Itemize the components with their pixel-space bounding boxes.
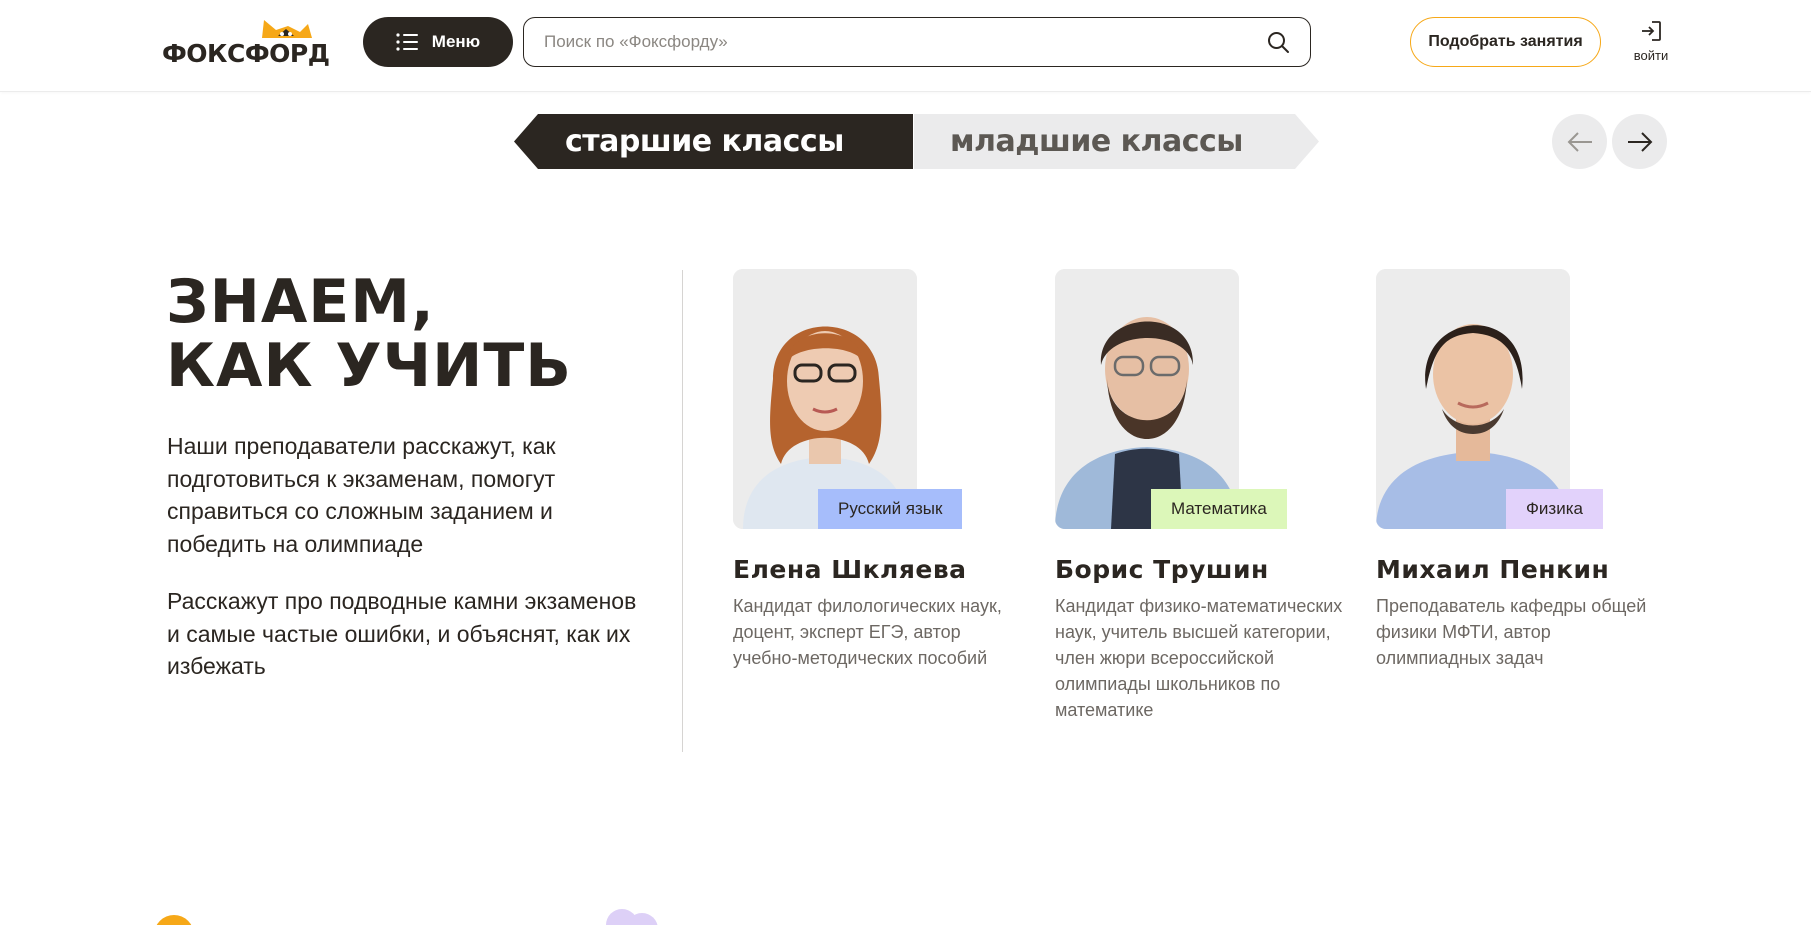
teacher-description: Кандидат физико-математических наук, учи… xyxy=(1055,596,1343,720)
arrow-right-icon xyxy=(1627,131,1652,152)
search-box xyxy=(523,17,1311,67)
subject-badge: Русский язык xyxy=(818,489,963,529)
search-icon[interactable] xyxy=(1266,30,1290,54)
pick-classes-button[interactable]: Подобрать занятия xyxy=(1410,17,1601,67)
logo-text: ФОКСФОРД xyxy=(162,39,330,68)
tab-junior-label: младшие классы xyxy=(950,124,1243,159)
heading-line-2: КАК УЧИТЬ xyxy=(166,331,573,401)
teacher-name[interactable]: Михаил Пенкин xyxy=(1376,555,1609,584)
arrow-left-icon xyxy=(1567,131,1592,152)
subject-badge: Математика xyxy=(1151,489,1287,529)
login-link[interactable]: войти xyxy=(1618,20,1684,70)
login-icon xyxy=(1642,21,1661,41)
menu-button-label: Меню xyxy=(431,32,481,51)
decorative-circle xyxy=(154,915,194,925)
tab-junior-grades[interactable]: младшие классы xyxy=(914,114,1319,169)
search-input[interactable] xyxy=(544,32,1266,52)
teacher-description: Кандидат филологических наук, доцент, эк… xyxy=(733,596,1002,668)
intro-paragraph-1: Наши преподаватели расскажут, как подгот… xyxy=(167,433,556,557)
subject-badge: Физика xyxy=(1506,489,1603,529)
teacher-description: Преподаватель кафедры общей физики МФТИ,… xyxy=(1376,596,1647,668)
logo[interactable]: ФОКСФОРД xyxy=(162,18,334,68)
login-label: войти xyxy=(1633,48,1669,63)
next-arrow-button[interactable] xyxy=(1612,114,1667,169)
intro-paragraph-2: Расскажут про подводные камни экзаменов … xyxy=(167,588,637,679)
list-icon xyxy=(396,33,418,51)
prev-arrow-button[interactable] xyxy=(1552,114,1607,169)
section-heading: ЗНАЕМ, КАК УЧИТЬ xyxy=(166,270,572,398)
menu-button[interactable]: Меню xyxy=(363,17,513,67)
tab-senior-grades[interactable]: старшие классы xyxy=(514,114,913,169)
decorative-cloud xyxy=(606,909,658,925)
teacher-name[interactable]: Борис Трушин xyxy=(1055,555,1269,584)
vertical-divider xyxy=(682,270,683,752)
tab-senior-label: старшие классы xyxy=(565,124,844,159)
heading-line-1: ЗНАЕМ, xyxy=(166,267,435,337)
teacher-name[interactable]: Елена Шкляева xyxy=(733,555,967,584)
site-header: ФОКСФОРД Меню Подобрать занятия войти xyxy=(0,0,1811,92)
